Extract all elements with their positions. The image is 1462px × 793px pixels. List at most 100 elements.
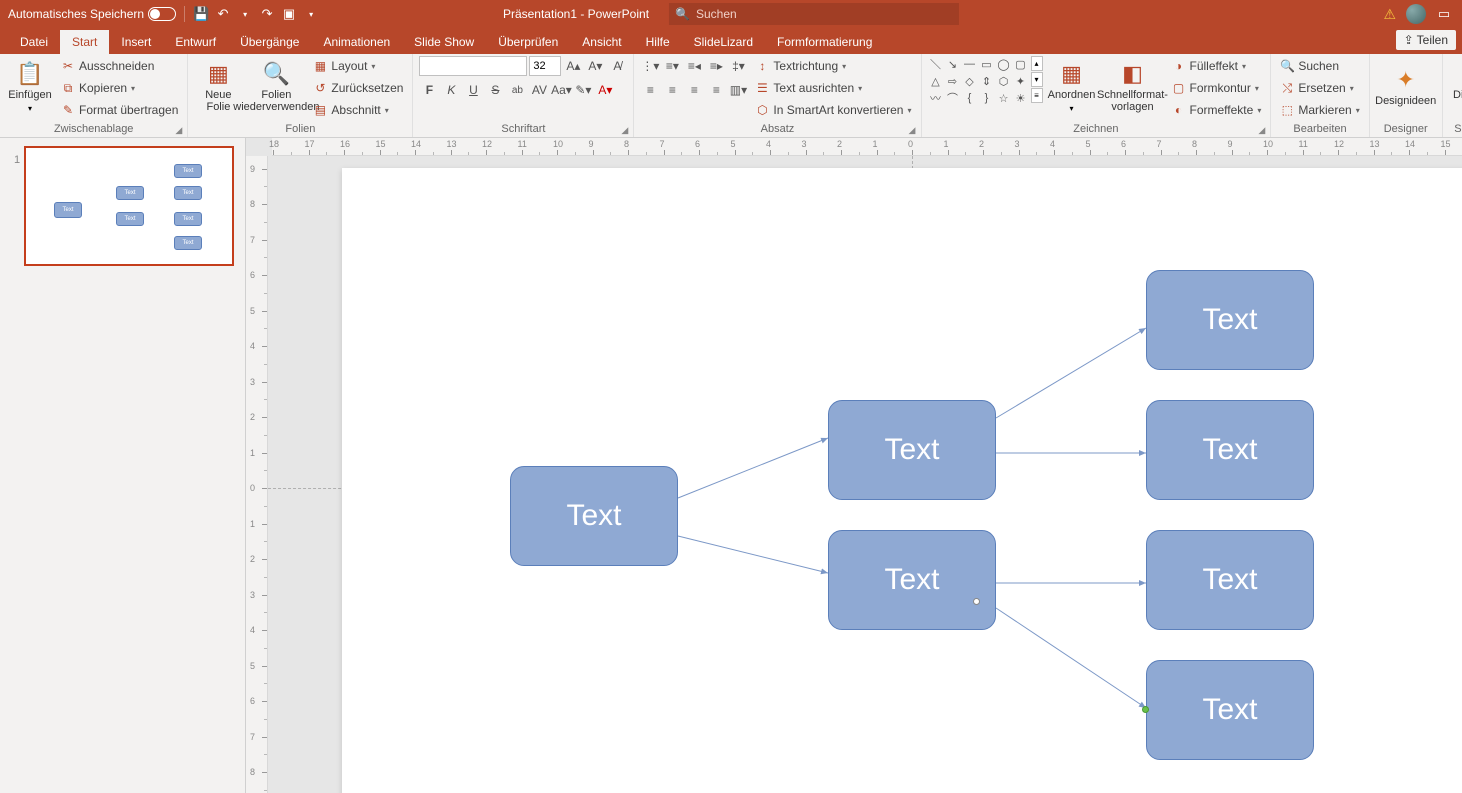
present-from-start-icon[interactable]: ▣	[281, 6, 297, 22]
ribbon-display-icon[interactable]: ▭	[1436, 6, 1452, 22]
shape-leaf-2[interactable]: Text	[1146, 400, 1314, 500]
tab-slideshow[interactable]: Slide Show	[402, 30, 486, 54]
align-left-button[interactable]: ≡	[640, 80, 660, 100]
horizontal-ruler[interactable]: 1817161514131211109876543210123456789101…	[272, 138, 1462, 156]
smartart-convert-button[interactable]: ⬡In SmartArt konvertieren▾	[752, 100, 914, 120]
undo-dropdown-icon[interactable]: ▾	[237, 6, 253, 22]
shape-star-icon[interactable]: ☆	[996, 90, 1012, 106]
shape-arrow-icon[interactable]: ↘	[945, 56, 961, 72]
gallery-up-button[interactable]: ▴	[1031, 56, 1043, 71]
char-spacing-button[interactable]: AV	[529, 80, 549, 100]
vertical-ruler[interactable]: 9876543210123456789	[246, 156, 268, 793]
bold-button[interactable]: F	[419, 80, 439, 100]
slide-canvas[interactable]: Text Text Text Text Text Text Text	[342, 168, 1462, 793]
shape-triangle-icon[interactable]: △	[928, 73, 944, 89]
shape-leaf-4[interactable]: Text	[1146, 660, 1314, 760]
find-button[interactable]: 🔍Suchen	[1277, 56, 1362, 76]
redo-icon[interactable]: ↷	[259, 6, 275, 22]
clear-format-button[interactable]: A̸	[607, 56, 627, 76]
shape-gallery[interactable]: ＼ ↘ — ▭ ◯ ▢ △ ⇨ ◇ ⇕ ⬡ ✦ 〰 ⌒ { } ☆	[928, 56, 1029, 106]
replace-button[interactable]: ⤭Ersetzen▾	[1277, 78, 1362, 98]
shrink-font-button[interactable]: A▾	[585, 56, 605, 76]
numbering-button[interactable]: ≡▾	[662, 56, 682, 76]
shape-curve-icon[interactable]: 〰	[928, 90, 944, 106]
underline-button[interactable]: U	[463, 80, 483, 100]
grow-font-button[interactable]: A▴	[563, 56, 583, 76]
highlight-button[interactable]: ✎▾	[573, 80, 593, 100]
arrange-button[interactable]: ▦ Anordnen ▾	[1047, 56, 1097, 118]
font-color-button[interactable]: A▾	[595, 80, 615, 100]
font-family-combo[interactable]	[419, 56, 527, 76]
quick-styles-button[interactable]: ◧ Schnellformat-vorlagen	[1101, 56, 1165, 118]
decrease-indent-button[interactable]: ≡◂	[684, 56, 704, 76]
gallery-down-button[interactable]: ▾	[1031, 72, 1043, 87]
shape-updown-icon[interactable]: ⇕	[979, 73, 995, 89]
shape-root[interactable]: Text	[510, 466, 678, 566]
strike-button[interactable]: S	[485, 80, 505, 100]
shape-sun-icon[interactable]: ☀	[1013, 90, 1029, 106]
tab-ansicht[interactable]: Ansicht	[570, 30, 633, 54]
tab-start[interactable]: Start	[60, 30, 109, 54]
select-button[interactable]: ⬚Markieren▾	[1277, 100, 1362, 120]
connector-handle-end[interactable]	[1142, 706, 1149, 713]
shape-mid-1[interactable]: Text	[828, 400, 996, 500]
tab-uebergaenge[interactable]: Übergänge	[228, 30, 311, 54]
search-input[interactable]	[696, 7, 953, 21]
slide-thumbnail-panel[interactable]: 1 Text Text Text Text Text Text Text	[0, 138, 246, 793]
search-box[interactable]: 🔍	[669, 3, 959, 25]
paste-button[interactable]: 📋 Einfügen ▾	[6, 56, 54, 118]
drawing-dialog-launcher[interactable]: ◢	[1258, 125, 1268, 135]
shape-mid-2[interactable]: Text	[828, 530, 996, 630]
undo-icon[interactable]: ↶	[215, 6, 231, 22]
tab-formformatierung[interactable]: Formformatierung	[765, 30, 884, 54]
gallery-more-button[interactable]: ≡	[1031, 88, 1043, 103]
slide-thumbnail-1[interactable]: Text Text Text Text Text Text Text	[24, 146, 234, 266]
tab-ueberpruefen[interactable]: Überprüfen	[486, 30, 570, 54]
shape-roundrect-icon[interactable]: ▢	[1013, 56, 1029, 72]
align-center-button[interactable]: ≡	[662, 80, 682, 100]
italic-button[interactable]: K	[441, 80, 461, 100]
shadow-button[interactable]: ab	[507, 80, 527, 100]
shape-fill-button[interactable]: ◑Fülleffekt▾	[1169, 56, 1265, 76]
justify-button[interactable]: ≡	[706, 80, 726, 100]
tab-insert[interactable]: Insert	[109, 30, 163, 54]
shape-hex-icon[interactable]: ⬡	[996, 73, 1012, 89]
shape-oval-icon[interactable]: ◯	[996, 56, 1012, 72]
shape-effects-button[interactable]: ◐Formeffekte▾	[1169, 100, 1265, 120]
font-dialog-launcher[interactable]: ◢	[621, 125, 631, 135]
text-direction-button[interactable]: ↕Textrichtung▾	[752, 56, 914, 76]
shape-brace-r-icon[interactable]: }	[979, 90, 995, 106]
user-avatar[interactable]	[1406, 4, 1426, 24]
increase-indent-button[interactable]: ≡▸	[706, 56, 726, 76]
autosave-toggle[interactable]: Automatisches Speichern	[8, 7, 176, 21]
tab-animationen[interactable]: Animationen	[311, 30, 402, 54]
share-button[interactable]: ⇪Teilen	[1396, 30, 1456, 50]
shape-line-icon[interactable]: ＼	[928, 56, 944, 72]
change-case-button[interactable]: Aa▾	[551, 80, 571, 100]
align-right-button[interactable]: ≡	[684, 80, 704, 100]
qat-more-icon[interactable]: ▾	[303, 6, 319, 22]
dictate-button[interactable]: 🎤 Diktieren ▾	[1449, 56, 1462, 118]
cut-button[interactable]: ✂Ausschneiden	[58, 56, 181, 76]
columns-button[interactable]: ▥▾	[728, 80, 748, 100]
copy-button[interactable]: ⧉Kopieren▾	[58, 78, 181, 98]
connector-handle-start[interactable]	[973, 598, 980, 605]
tab-entwurf[interactable]: Entwurf	[163, 30, 228, 54]
reset-button[interactable]: ↺Zurücksetzen	[310, 78, 406, 98]
clipboard-dialog-launcher[interactable]: ◢	[175, 125, 185, 135]
paragraph-dialog-launcher[interactable]: ◢	[909, 125, 919, 135]
shape-brace-l-icon[interactable]: {	[962, 90, 978, 106]
shape-arc-icon[interactable]: ⌒	[945, 90, 961, 106]
format-painter-button[interactable]: ✎Format übertragen	[58, 100, 181, 120]
shape-rightarrow-icon[interactable]: ⇨	[945, 73, 961, 89]
section-button[interactable]: ▤Abschnitt▾	[310, 100, 406, 120]
layout-button[interactable]: ▦Layout▾	[310, 56, 406, 76]
shape-leaf-3[interactable]: Text	[1146, 530, 1314, 630]
shape-outline-button[interactable]: ▢Formkontur▾	[1169, 78, 1265, 98]
bullets-button[interactable]: ⋮▾	[640, 56, 660, 76]
font-size-combo[interactable]	[529, 56, 561, 76]
save-icon[interactable]: 💾	[193, 6, 209, 22]
autosave-switch-icon[interactable]	[148, 7, 176, 21]
line-spacing-button[interactable]: ‡▾	[728, 56, 748, 76]
shape-leaf-1[interactable]: Text	[1146, 270, 1314, 370]
